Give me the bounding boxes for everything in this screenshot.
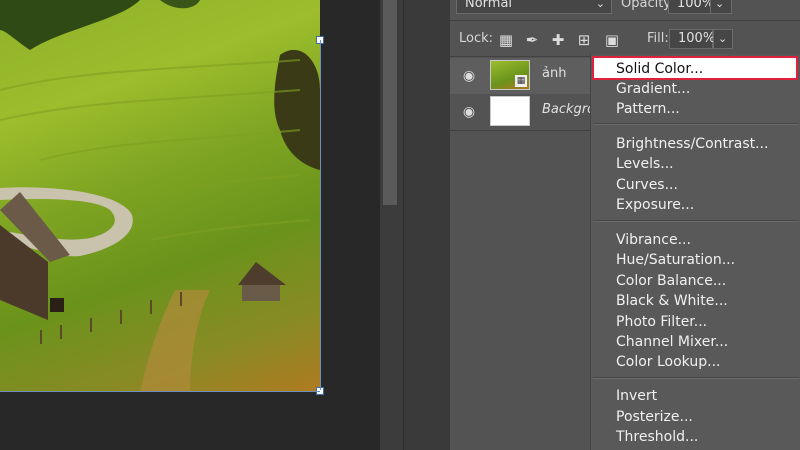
blend-mode-value: Normal [465, 0, 513, 11]
menu-item-black-white[interactable]: Black & White... [616, 292, 728, 310]
brush-icon[interactable]: ✒ [523, 31, 541, 49]
menu-item-posterize[interactable]: Posterize... [616, 408, 693, 426]
menu-item-brightness-contrast[interactable]: Brightness/Contrast... [616, 135, 768, 153]
opacity-dropdown-button[interactable]: ⌄ [710, 0, 732, 14]
menu-item-levels[interactable]: Levels... [616, 155, 674, 173]
menu-item-color-balance[interactable]: Color Balance... [616, 272, 726, 290]
fill-value: 100% [678, 31, 716, 46]
landscape-photo [0, 0, 320, 392]
menu-item-gradient[interactable]: Gradient... [616, 80, 690, 98]
fill-dropdown-button[interactable]: ⌄ [713, 29, 733, 49]
menu-item-pattern[interactable]: Pattern... [616, 100, 680, 118]
selection-edge [320, 40, 321, 390]
menu-item-color-lookup[interactable]: Color Lookup... [616, 353, 720, 371]
dropdown-chevron-icon: ⌄ [595, 0, 605, 10]
lock-all-icon[interactable]: ▣ [603, 31, 621, 49]
blend-mode-select[interactable]: Normal ⌄ [456, 0, 612, 14]
fill-label: Fill: [647, 31, 669, 46]
divider [450, 20, 800, 21]
eye-icon[interactable]: ◉ [460, 67, 478, 85]
layer-thumbnail [490, 96, 530, 126]
opacity-value: 100% [677, 0, 715, 11]
blend-opacity-row: Normal ⌄ Opacity: 100% ⌄ [450, 0, 800, 18]
menu-separator [593, 220, 799, 222]
menu-item-photo-filter[interactable]: Photo Filter... [616, 313, 707, 331]
menu-item-threshold[interactable]: Threshold... [616, 428, 698, 446]
smart-object-icon: ▦ [515, 75, 527, 87]
opacity-label: Opacity: [621, 0, 675, 11]
menu-item-curves[interactable]: Curves... [616, 176, 678, 194]
menu-separator [593, 123, 799, 125]
menu-item-hue-saturation[interactable]: Hue/Saturation... [616, 251, 735, 269]
move-icon[interactable]: ✚ [549, 31, 567, 49]
lock-label: Lock: [459, 31, 494, 46]
menu-item-invert[interactable]: Invert [616, 387, 657, 405]
selection-edge-bottom [0, 391, 320, 392]
menu-item-exposure[interactable]: Exposure... [616, 196, 694, 214]
crop-icon[interactable]: ⊞ [575, 31, 593, 49]
layer-thumbnail: ▦ [490, 60, 530, 90]
menu-item-vibrance[interactable]: Vibrance... [616, 231, 691, 249]
dropdown-chevron-icon: ⌄ [718, 32, 728, 45]
lock-fill-row: Lock: ▦ ✒ ✚ ⊞ ▣ Fill: 100% ⌄ [450, 29, 800, 53]
canvas-scrollbar[interactable] [380, 0, 403, 450]
lock-transparent-icon[interactable]: ▦ [497, 31, 515, 49]
canvas-scrollbar-thumb[interactable] [383, 0, 397, 205]
fill-input[interactable]: 100% [669, 29, 716, 49]
adjustment-layer-menu: Solid Color... Gradient... Pattern... Br… [590, 54, 800, 450]
panel-dock-strip [403, 0, 451, 450]
menu-separator [593, 377, 799, 379]
eye-icon[interactable]: ◉ [460, 103, 478, 121]
landscape-illustration [0, 0, 320, 392]
layer-name[interactable]: ảnh [542, 66, 566, 81]
document-canvas[interactable] [0, 0, 380, 450]
menu-item-solid-color[interactable]: Solid Color... [616, 60, 703, 78]
dropdown-chevron-icon: ⌄ [715, 0, 725, 10]
menu-item-channel-mixer[interactable]: Channel Mixer... [616, 333, 728, 351]
